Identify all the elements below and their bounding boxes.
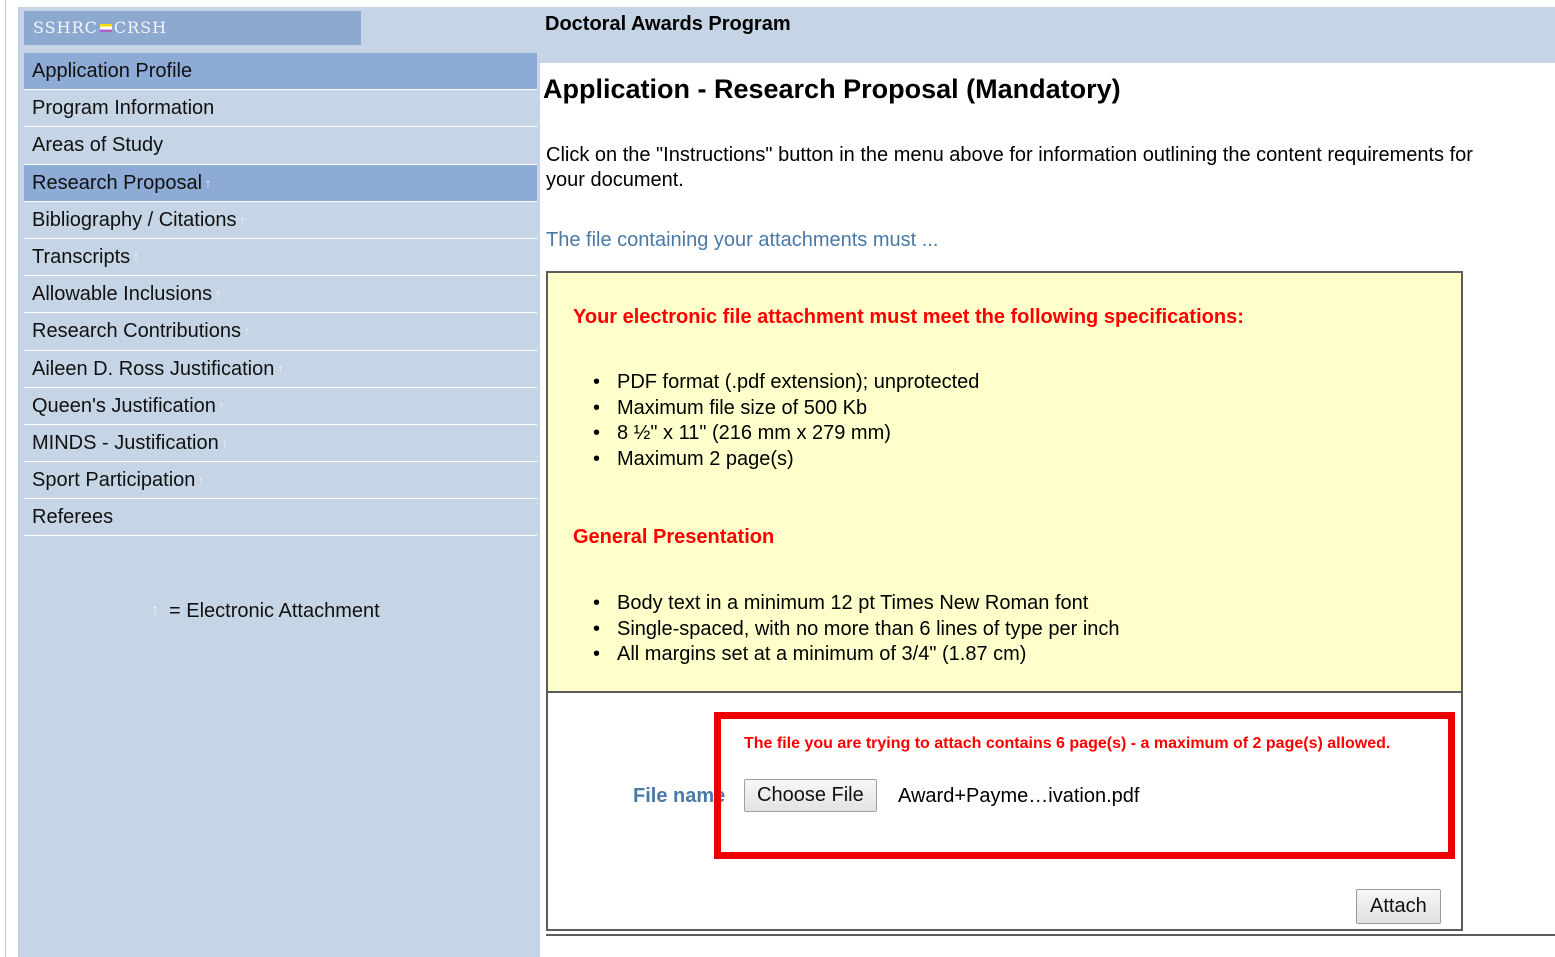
up-arrow-icon: ↑ — [277, 361, 284, 376]
list-item: Body text in a minimum 12 pt Times New R… — [593, 591, 1120, 617]
specifications-box: Your electronic file attachment must mee… — [548, 273, 1461, 693]
choose-file-button[interactable]: Choose File — [744, 779, 877, 812]
up-arrow-icon: ↑ — [239, 212, 246, 227]
up-arrow-icon: ↑ — [215, 287, 222, 302]
sidebar-item-application-profile[interactable]: Application Profile — [24, 53, 537, 91]
sidebar-item-bibliography-citations[interactable]: Bibliography / Citations ↑ — [24, 202, 537, 239]
list-item: Maximum file size of 500 Kb — [593, 396, 979, 422]
file-name-label: File name — [633, 785, 726, 807]
list-item-text: 8 ½" x 11" (216 mm x 279 mm) — [617, 422, 891, 444]
sidebar-item-label: Transcripts — [32, 245, 131, 268]
attachment-legend: ↑ = Electronic Attachment — [151, 600, 380, 623]
specifications-heading: Your electronic file attachment must mee… — [573, 306, 1244, 328]
instructions-text: Click on the "Instructions" button in th… — [546, 144, 1473, 191]
sidebar-item-minds-justification[interactable]: MINDS - Justification ↑ — [24, 425, 537, 463]
sidebar-item-label: Areas of Study — [32, 134, 164, 157]
list-item: Maximum 2 page(s) — [593, 447, 979, 473]
error-message: The file you are trying to attach contai… — [744, 735, 1391, 752]
program-title: Doctoral Awards Program — [545, 13, 791, 35]
window-edge — [5, 0, 6, 957]
sidebar-item-label: Bibliography / Citations — [32, 208, 237, 231]
legend-text: = Electronic Attachment — [169, 600, 380, 622]
list-item: All margins set at a minimum of 3/4" (1.… — [593, 642, 1120, 668]
sidebar: SSHRC CRSH Application Profile Program In… — [18, 7, 540, 957]
sidebar-item-areas-of-study[interactable]: Areas of Study — [24, 127, 537, 165]
list-item-text: Single-spaced, with no more than 6 lines… — [617, 617, 1120, 640]
sidebar-item-transcripts[interactable]: Transcripts ↑ — [24, 239, 537, 277]
list-item-text: Body text in a minimum 12 pt Times New R… — [617, 592, 1089, 614]
list-item-text: All margins set at a minimum of 3/4" (1.… — [617, 643, 1027, 665]
list-item: PDF format (.pdf extension); unprotected — [593, 370, 979, 396]
sidebar-nav: Application Profile Program Information Ar… — [24, 53, 537, 537]
specifications-list: PDF format (.pdf extension); unprotected… — [593, 370, 979, 472]
sidebar-item-label: Aileen D. Ross Justification — [32, 357, 275, 380]
divider-line — [546, 934, 1555, 936]
sidebar-item-sport-participation[interactable]: Sport Participation ↑ — [24, 462, 537, 500]
flag-icon — [99, 24, 112, 32]
sidebar-item-label: Allowable Inclusions — [32, 283, 213, 306]
logo-left-text: SSHRC — [33, 18, 98, 37]
general-presentation-heading: General Presentation — [573, 526, 775, 548]
file-requirements-link[interactable]: The file containing your attachments mus… — [546, 229, 938, 252]
list-item-text: Maximum 2 page(s) — [617, 447, 794, 470]
up-arrow-icon: ↑ — [198, 473, 205, 488]
logo-right-text: CRSH — [113, 18, 168, 37]
general-presentation-list: Body text in a minimum 12 pt Times New R… — [593, 591, 1120, 668]
up-arrow-icon: ↑ — [133, 249, 140, 264]
up-arrow-icon: ↑ — [151, 602, 159, 619]
sidebar-item-aileen-d-ross-justification[interactable]: Aileen D. Ross Justification ↑ — [24, 351, 537, 388]
up-arrow-icon: ↑ — [221, 435, 228, 450]
sshrc-logo: SSHRC CRSH — [24, 11, 361, 45]
sidebar-item-label: Queen's Justification — [32, 394, 216, 417]
sidebar-item-allowable-inclusions[interactable]: Allowable Inclusions ↑ — [24, 276, 537, 314]
list-item-text: PDF format (.pdf extension); unprotected — [617, 371, 980, 393]
up-arrow-icon: ↑ — [244, 324, 250, 339]
sidebar-item-label: Research Contributions — [32, 320, 241, 343]
up-arrow-icon: ↑ — [205, 175, 212, 190]
page-title: Application - Research Proposal (Mandato… — [543, 74, 1121, 104]
list-item: Single-spaced, with no more than 6 lines… — [593, 617, 1120, 643]
sidebar-item-queen-s-justification[interactable]: Queen's Justification ↑ — [24, 388, 537, 425]
list-item: 8 ½" x 11" (216 mm x 279 mm) — [593, 421, 979, 447]
sidebar-item-label: Referees — [32, 506, 114, 529]
attach-button[interactable]: Attach — [1356, 889, 1441, 924]
sidebar-item-label: Sport Participation — [32, 469, 196, 492]
sidebar-item-label: Research Proposal — [32, 171, 203, 194]
list-item-text: Maximum file size of 500 Kb — [617, 396, 868, 419]
sidebar-item-label: MINDS - Justification — [32, 431, 219, 454]
attachment-panel: Your electronic file attachment must mee… — [546, 271, 1463, 931]
sidebar-item-research-proposal[interactable]: Research Proposal ↑ — [24, 164, 537, 202]
sidebar-item-label: Program Information — [32, 97, 215, 120]
selected-file-name: Award+Payme…ivation.pdf — [898, 785, 1140, 807]
sidebar-item-program-information[interactable]: Program Information — [24, 90, 537, 128]
sidebar-item-research-contributions[interactable]: Research Contributions ↑ — [24, 313, 537, 351]
up-arrow-icon: ↑ — [218, 398, 225, 413]
sidebar-item-referees[interactable]: Referees — [24, 499, 537, 537]
sidebar-item-label: Application Profile — [32, 60, 193, 82]
